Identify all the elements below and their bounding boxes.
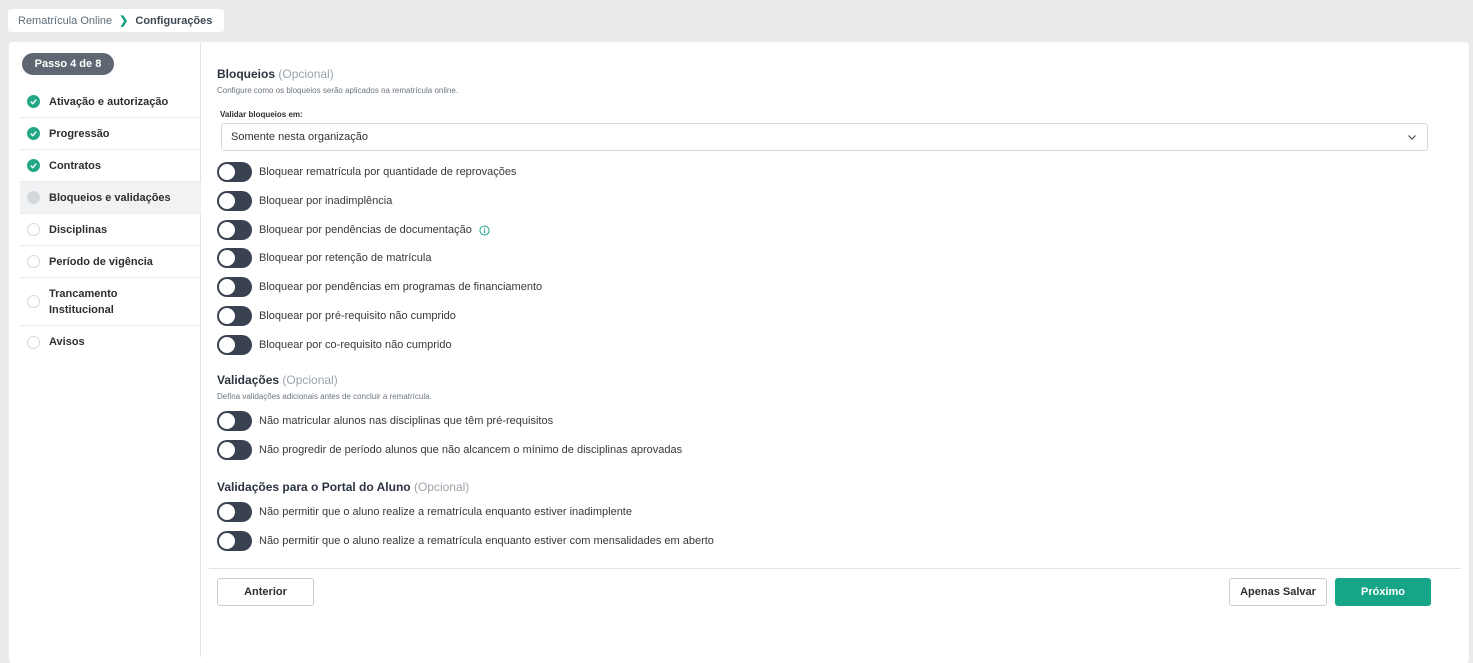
bloqueios-description: Configure como os bloqueios serão aplica… <box>217 86 459 95</box>
step-disciplinas[interactable]: Disciplinas <box>20 214 201 246</box>
step-progressao[interactable]: Progressão <box>20 118 201 150</box>
previous-button[interactable]: Anterior <box>217 578 314 606</box>
section-title-text: Bloqueios <box>217 67 276 81</box>
toggle-label: Bloquear por retenção de matrícula <box>259 252 432 264</box>
step-label: Avisos <box>49 336 85 348</box>
section-title-text: Validações <box>217 373 280 387</box>
toggle-label: Não permitir que o aluno realize a remat… <box>259 506 632 518</box>
step-label: Disciplinas <box>49 223 108 236</box>
toggle-switch[interactable] <box>217 440 252 460</box>
check-circle-icon <box>27 127 40 140</box>
portal-title: Validações para o Portal do Aluno (Opcio… <box>217 480 469 494</box>
toggle-label: Bloquear por pendências em programas de … <box>259 281 543 293</box>
toggle-switch[interactable] <box>217 411 252 431</box>
validacoes-description: Defina validações adicionais antes de co… <box>217 392 432 401</box>
current-step-dot-icon <box>27 191 40 204</box>
toggle-label: Bloquear por pendências de documentação <box>259 224 472 236</box>
steps-list: Ativação e autorização Progressão Contra… <box>20 86 201 358</box>
footer-divider <box>209 568 1461 569</box>
breadcrumb-parent-link[interactable]: Rematrícula Online <box>18 15 112 27</box>
check-circle-icon <box>27 159 40 172</box>
optional-tag: (Opcional) <box>282 373 338 387</box>
step-label: Bloqueios e validações <box>49 191 171 204</box>
save-only-button[interactable]: Apenas Salvar <box>1229 578 1327 606</box>
toggle-row: Bloquear rematrícula por quantidade de r… <box>217 162 516 182</box>
toggle-switch[interactable] <box>217 220 252 240</box>
toggle-row: Não permitir que o aluno realize a remat… <box>217 531 714 551</box>
validacoes-title: Validações (Opcional) <box>217 373 338 387</box>
empty-circle-icon <box>27 335 40 349</box>
step-avisos[interactable]: Avisos <box>20 326 201 358</box>
toggle-switch[interactable] <box>217 531 252 551</box>
main-content: Bloqueios (Opcional) Configure como os b… <box>217 42 1461 657</box>
step-label: Contratos <box>49 159 101 172</box>
chevron-right-icon: ❯ <box>119 15 129 27</box>
empty-circle-icon <box>27 295 40 308</box>
info-icon[interactable] <box>479 224 490 236</box>
step-ativacao[interactable]: Ativação e autorização <box>20 86 201 118</box>
toggle-row: Não permitir que o aluno realize a remat… <box>217 502 632 522</box>
toggle-row: Bloquear por pendências de documentação <box>217 220 490 240</box>
settings-card: Passo 4 de 8 Ativação e autorização Prog… <box>9 42 1469 663</box>
bloqueios-title: Bloqueios (Opcional) <box>217 67 334 81</box>
step-label: Trancamento Institucional <box>49 287 118 316</box>
toggle-switch[interactable] <box>217 277 252 297</box>
chevron-down-icon <box>1408 135 1416 140</box>
step-label: Ativação e autorização <box>49 95 169 108</box>
next-button[interactable]: Próximo <box>1335 578 1431 606</box>
toggle-label: Bloquear por pré-requisito não cumprido <box>259 310 456 322</box>
toggle-row: Bloquear por co-requisito não cumprido <box>217 335 452 355</box>
breadcrumb: Rematrícula Online ❯ Configurações <box>8 9 225 32</box>
toggle-switch[interactable] <box>217 502 252 522</box>
validar-bloqueios-select[interactable]: Somente nesta organização <box>221 123 1428 151</box>
step-bloqueios[interactable]: Bloqueios e validações <box>20 182 201 214</box>
toggle-row: Bloquear por inadimplência <box>217 191 392 211</box>
toggle-label: Bloquear por inadimplência <box>259 195 393 207</box>
optional-tag: (Opcional) <box>278 67 334 81</box>
optional-tag: (Opcional) <box>413 480 470 494</box>
breadcrumb-current: Configurações <box>135 14 213 27</box>
step-badge: Passo 4 de 8 <box>22 53 114 75</box>
toggle-row: Não matricular alunos nas disciplinas qu… <box>217 411 553 431</box>
check-circle-icon <box>27 95 40 108</box>
toggle-switch[interactable] <box>217 162 252 182</box>
section-title-text: Validações para o Portal do Aluno <box>217 480 411 494</box>
empty-circle-icon <box>27 223 40 236</box>
toggle-row: Não progredir de período alunos que não … <box>217 440 682 460</box>
toggle-label: Não matricular alunos nas disciplinas qu… <box>259 415 554 427</box>
step-label: Período de vigência <box>49 255 153 268</box>
toggle-label: Não progredir de período alunos que não … <box>259 444 683 456</box>
toggle-label: Não permitir que o aluno realize a remat… <box>259 535 714 547</box>
toggle-row: Bloquear por pré-requisito não cumprido <box>217 306 456 326</box>
toggle-row: Bloquear por pendências em programas de … <box>217 277 542 297</box>
step-label: Progressão <box>49 127 110 140</box>
toggle-switch[interactable] <box>217 191 252 211</box>
toggle-switch[interactable] <box>217 248 252 268</box>
steps-sidebar: Passo 4 de 8 Ativação e autorização Prog… <box>20 42 201 657</box>
toggle-switch[interactable] <box>217 335 252 355</box>
step-periodo[interactable]: Período de vigência <box>20 246 201 278</box>
select-label: Validar bloqueios em: <box>220 110 303 119</box>
step-contratos[interactable]: Contratos <box>20 150 201 182</box>
toggle-row: Bloquear por retenção de matrícula <box>217 248 431 268</box>
empty-circle-icon <box>27 255 40 268</box>
toggle-switch[interactable] <box>217 306 252 326</box>
select-value: Somente nesta organização <box>231 131 368 143</box>
step-trancamento[interactable]: Trancamento Institucional <box>20 278 201 326</box>
toggle-label: Bloquear por co-requisito não cumprido <box>259 339 452 351</box>
toggle-label: Bloquear rematrícula por quantidade de r… <box>259 166 517 178</box>
